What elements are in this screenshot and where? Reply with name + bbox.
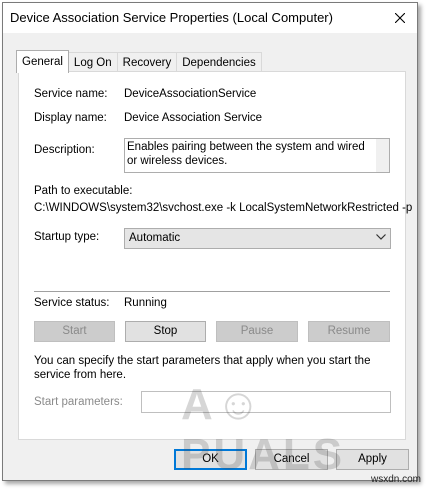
appuals-logo-watermark: A☺PUALS xyxy=(181,380,346,479)
description-value: Enables pairing between the system and w… xyxy=(127,141,365,167)
display-name-label: Display name: xyxy=(34,112,107,124)
start-button[interactable]: Start xyxy=(34,321,115,342)
close-icon xyxy=(395,13,405,23)
tab-general[interactable]: General xyxy=(16,50,69,73)
service-status-label: Service status: xyxy=(34,297,110,309)
startup-type-select[interactable]: Automatic xyxy=(124,228,391,249)
resume-button[interactable]: Resume xyxy=(308,321,390,342)
path-value[interactable]: C:\WINDOWS\system32\svchost.exe -k Local… xyxy=(34,202,412,214)
description-scrollbar[interactable] xyxy=(376,139,389,172)
tab-strip: General Log On Recovery Dependencies xyxy=(16,50,262,73)
close-button[interactable] xyxy=(383,3,417,33)
chevron-down-icon xyxy=(376,234,386,240)
start-params-label: Start parameters: xyxy=(34,396,123,408)
window-title: Device Association Service Properties (L… xyxy=(10,10,333,25)
startup-type-value: Automatic xyxy=(129,232,181,244)
site-watermark: wsxdn.com xyxy=(370,474,421,485)
service-status-value: Running xyxy=(124,297,167,309)
path-label: Path to executable: xyxy=(34,185,133,197)
service-name-value[interactable]: DeviceAssociationService xyxy=(124,88,256,100)
tab-log-on[interactable]: Log On xyxy=(67,52,118,73)
stop-button[interactable]: Stop xyxy=(125,321,206,342)
tab-recovery[interactable]: Recovery xyxy=(116,52,178,73)
pause-button[interactable]: Pause xyxy=(216,321,298,342)
startup-type-label: Startup type: xyxy=(34,231,100,243)
divider xyxy=(34,291,390,292)
description-field[interactable]: Enables pairing between the system and w… xyxy=(124,138,390,173)
description-label: Description: xyxy=(34,144,95,156)
tab-dependencies[interactable]: Dependencies xyxy=(176,52,262,73)
display-name-value[interactable]: Device Association Service xyxy=(124,112,262,124)
title-bar: Device Association Service Properties (L… xyxy=(3,3,417,33)
service-name-label: Service name: xyxy=(34,88,108,100)
start-params-hint: You can specify the start parameters tha… xyxy=(34,355,371,381)
